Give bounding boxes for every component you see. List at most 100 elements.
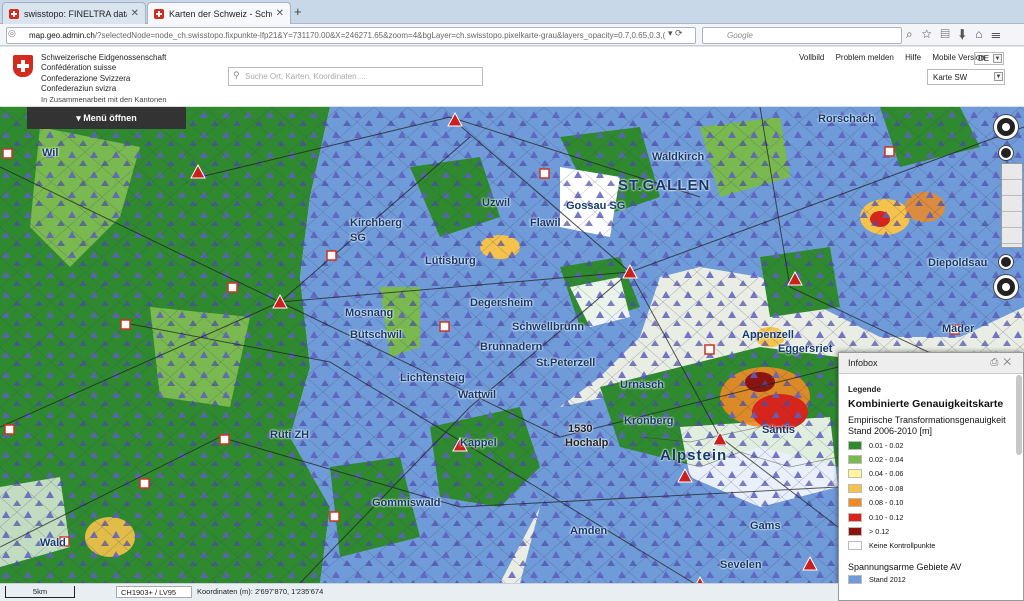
language-value: DE	[978, 54, 990, 63]
tab-title: Karten der Schweiz - Schw...	[169, 8, 272, 19]
map-status-bar: 5km CH1903+ / LV95 Koordinaten (m): 2'69…	[0, 583, 838, 601]
map-label: Flawil	[530, 217, 561, 229]
map-label: Säntis	[762, 424, 796, 436]
legend-label: > 0.12	[869, 527, 890, 537]
swiss-extent-button[interactable]	[994, 275, 1018, 299]
map-label: Mosnang	[345, 307, 394, 319]
tab-fineltra[interactable]: swisstopo: FINELTRA data ... ✕	[2, 2, 146, 24]
browser-toolbar-icons[interactable]: ⌕☆▤⬇⌂☰	[906, 27, 1009, 42]
legend-swatch	[848, 527, 862, 537]
legend-swatch	[848, 469, 862, 479]
close-tab-icon[interactable]: ✕	[276, 8, 284, 19]
background-map-select[interactable]: Karte SW ▼	[927, 69, 1005, 85]
legend-swatch	[848, 483, 862, 493]
infobox-title: Infobox	[848, 358, 878, 368]
search-icon: ⚲	[233, 70, 240, 80]
legend-swatch	[848, 541, 862, 551]
map-label: Eggersriet	[778, 343, 833, 355]
map-label: Waldkirch	[652, 151, 705, 163]
legend-label: 0.01 - 0.02	[869, 440, 904, 450]
legend-row: 0.04 - 0.06	[848, 467, 1023, 481]
legend-swatch	[848, 574, 862, 584]
switzerland-icon	[1002, 283, 1010, 291]
legend-swatch	[848, 498, 862, 508]
site-header: Schweizerische Eidgenossenschaft Confédé…	[0, 47, 1024, 107]
legend-row: 0.02 - 0.04	[848, 452, 1023, 466]
background-map-value: Karte SW	[933, 73, 968, 82]
federal-name-de: Schweizerische Eidgenossenschaft	[41, 53, 167, 62]
chevron-down-icon: ▼	[994, 72, 1003, 81]
infobox-panel: Infobox ⎙✕ Legende Kombinierte Genauigke…	[838, 352, 1024, 601]
tab-title: swisstopo: FINELTRA data ...	[24, 8, 127, 19]
federal-names: Schweizerische Eidgenossenschaft Confédé…	[41, 53, 166, 94]
address-bar[interactable]: map.geo.admin.ch/?selectedNode=node_ch.s…	[6, 27, 696, 44]
map-label: Rüti ZH	[270, 429, 310, 441]
swiss-coat-of-arms-icon	[13, 55, 33, 77]
legend-label: 0.10 - 0.12	[869, 512, 904, 522]
swiss-flag-icon	[9, 8, 19, 19]
legend-row: 0.01 - 0.02	[848, 438, 1023, 452]
map-label: Wald	[40, 537, 66, 549]
menu-open-button[interactable]: ▾ Menü öffnen	[27, 107, 186, 129]
map-label: Brunnadern	[480, 341, 543, 353]
language-select[interactable]: DE ▼	[974, 52, 1004, 65]
geolocation-button[interactable]	[994, 115, 1018, 139]
search-placeholder: Suche Ort, Karten, Koordinaten ...	[245, 72, 366, 81]
printer-icon[interactable]: ⎙	[990, 357, 1003, 368]
close-icon[interactable]: ✕	[1003, 357, 1016, 368]
map-label: Schwellbrunn	[512, 321, 585, 333]
link-vollbild[interactable]: Vollbild	[799, 53, 824, 62]
map-label: Gommiswald	[372, 497, 441, 509]
target-icon	[1002, 123, 1010, 131]
legend-second-heading: Spannungsarme Gebiete AV	[848, 562, 962, 573]
new-tab-button[interactable]: +	[294, 4, 302, 19]
swiss-flag-icon	[154, 8, 164, 19]
federal-name-it: Confederazione Svizzera	[41, 73, 131, 83]
legend-row: Keine Kontrollpunkte	[848, 539, 1023, 553]
close-tab-icon[interactable]: ✕	[131, 8, 139, 19]
map-label: Wattwil	[458, 389, 497, 401]
map-label: Gossau SG	[566, 200, 626, 212]
map-label: Lütisburg	[425, 255, 476, 267]
map-label: Hochalp	[565, 437, 609, 449]
coordinates-value: 2'697'870, 1'235'674	[254, 587, 324, 596]
legend-label: 0.02 - 0.04	[869, 455, 904, 465]
browser-tab-bar: swisstopo: FINELTRA data ... ✕ Karten de…	[0, 0, 1024, 24]
legend-swatch	[848, 512, 862, 522]
infobox-header: Infobox ⎙✕	[839, 353, 1023, 374]
map-label: Uzwil	[482, 197, 511, 209]
map-label: Alpstein	[660, 447, 728, 464]
zoom-in-button[interactable]	[999, 146, 1013, 160]
legend-classes: 0.01 - 0.02 0.02 - 0.04 0.04 - 0.06 0.06…	[848, 438, 1023, 553]
map-label: SG	[350, 232, 366, 244]
globe-icon: ◎	[8, 28, 16, 38]
header-subtitle: In Zusammenarbeit mit den Kantonen	[41, 95, 167, 104]
tab-karten-der-schweiz[interactable]: Karten der Schweiz - Schw... ✕	[147, 2, 291, 24]
legend-row: 0.06 - 0.08	[848, 481, 1023, 495]
map-label: Mäder	[942, 323, 975, 335]
infobox-scrollbar[interactable]	[1016, 375, 1022, 455]
map-search-input[interactable]: ⚲ Suche Ort, Karten, Koordinaten ...	[228, 67, 483, 86]
map-label: Bütschwil	[350, 329, 402, 341]
map-label: ST.GALLEN	[618, 177, 711, 194]
legend-heading: Legende	[848, 385, 881, 394]
browser-search-input[interactable]: Google	[702, 27, 902, 44]
zoom-slider[interactable]	[1001, 163, 1023, 248]
map-label: Amden	[570, 525, 608, 537]
map-label: 1530	[568, 423, 593, 435]
coordinates-display: Koordinaten (m): 2'697'870, 1'235'674	[197, 587, 323, 596]
infobox-body: Legende Kombinierte Genauigkeitskarte Em…	[839, 374, 1023, 587]
map-label: Wil	[42, 147, 59, 159]
coordinates-label: Koordinaten (m):	[197, 587, 253, 596]
link-hilfe[interactable]: Hilfe	[905, 53, 921, 62]
map-label: Lichtensteig	[400, 372, 465, 384]
legend-swatch	[848, 440, 862, 450]
map-label: Kirchberg	[350, 217, 402, 229]
url-path: /?selectedNode=node_ch.swisstopo.fixpunk…	[94, 31, 666, 40]
map-label: Gams	[750, 520, 781, 532]
coordinate-system-select[interactable]: CH1903+ / LV95	[116, 586, 192, 598]
zoom-out-button[interactable]	[999, 255, 1013, 269]
link-problem-melden[interactable]: Problem melden	[836, 53, 894, 62]
map-label: St.Peterzell	[536, 357, 596, 369]
reload-icon[interactable]: ▾ ⟳	[668, 28, 683, 39]
